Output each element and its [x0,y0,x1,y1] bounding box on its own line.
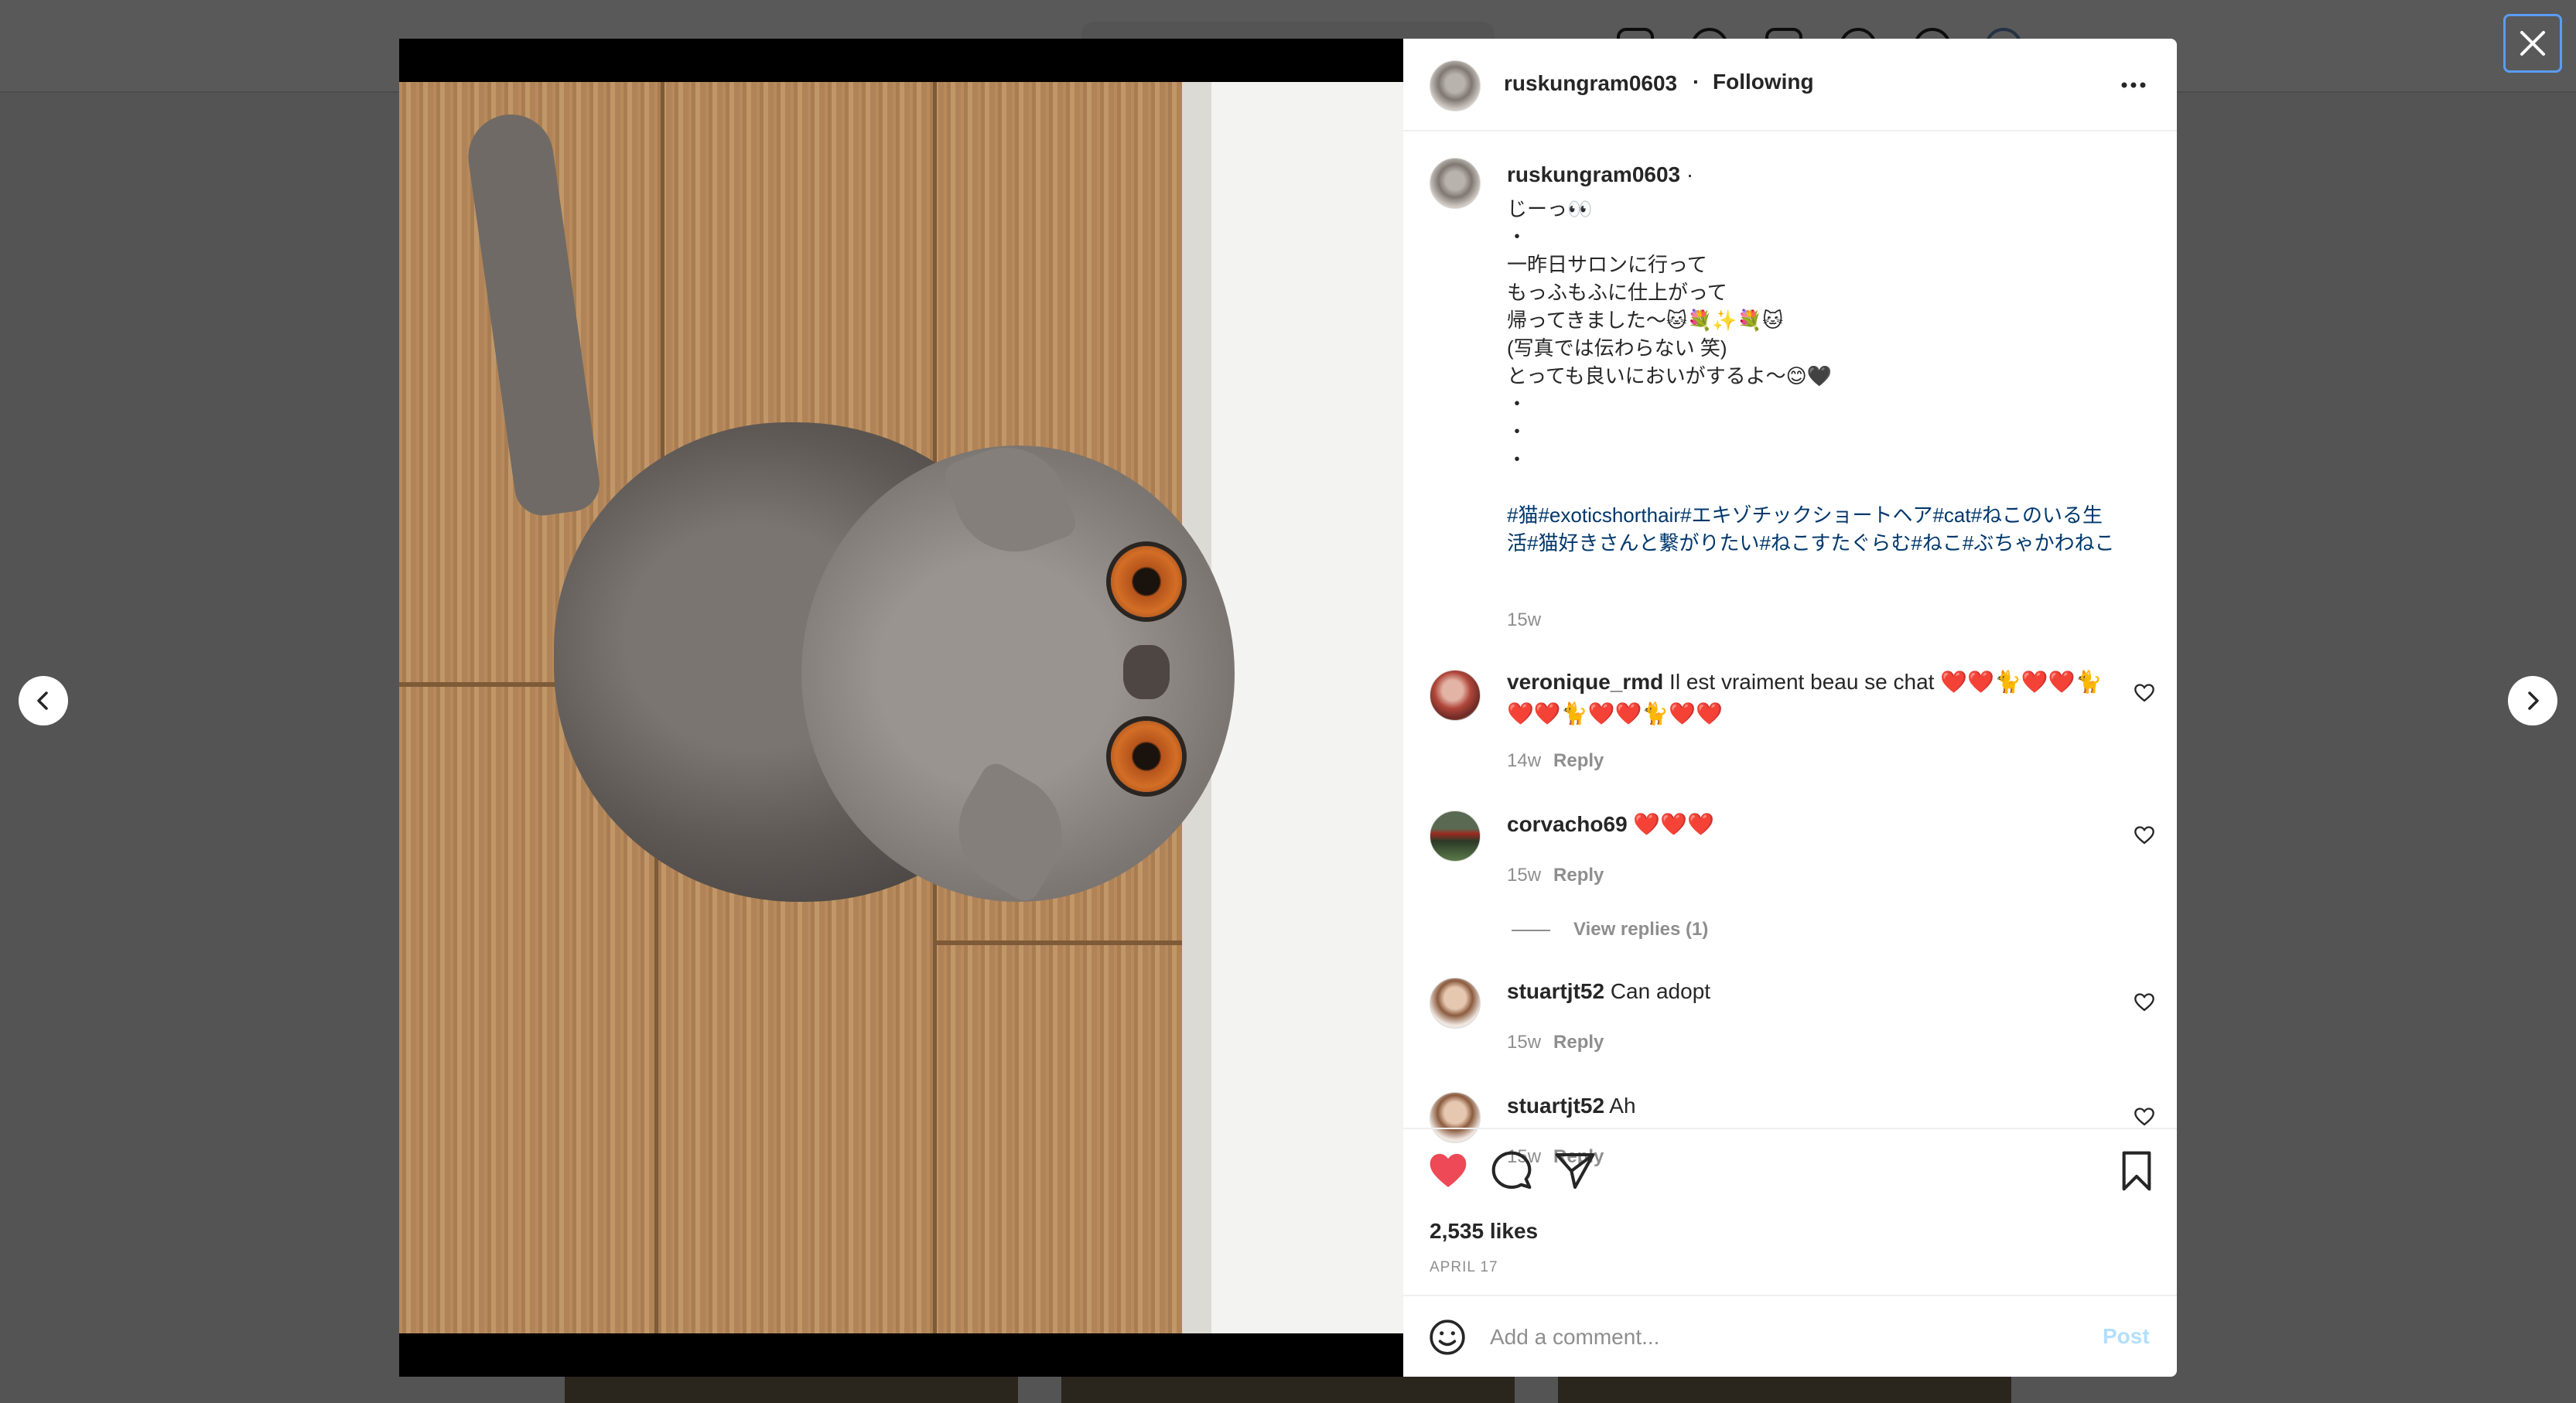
comment-text: Can adopt [1604,979,1711,1003]
post-side-panel: ruskungram0603 · Following ruskungram060… [1403,39,2177,1377]
emoji-icon[interactable] [1428,1318,1467,1357]
likes-count[interactable]: 2,535 likes [1430,1219,1538,1244]
previous-post-button[interactable] [19,676,68,725]
post-date[interactable]: APRIL 17 [1430,1259,1498,1276]
comment-icon[interactable] [1490,1149,1533,1193]
comment-username[interactable]: stuartjt52 [1507,1094,1604,1118]
send-icon[interactable] [1553,1149,1597,1193]
cat-tail [463,108,603,520]
heart-outline-icon[interactable] [2134,824,2155,846]
close-button[interactable] [2503,14,2562,73]
reply-button[interactable]: Reply [1553,1032,1604,1053]
cat-eye [1111,721,1182,792]
comment-time: 15w [1507,1032,1542,1053]
comment-meta: 15w Reply [1507,1032,1604,1053]
comment-time: 15w [1507,865,1542,886]
post-comment-button[interactable]: Post [2103,1324,2150,1349]
post-photo [399,82,1403,1333]
comment-meta: 14w Reply [1507,750,1604,772]
cat-eye [1111,546,1182,617]
comment-input[interactable] [1490,1319,2047,1355]
caption-header: ruskungram0603 · [1507,162,1693,187]
separator-dot: · [1693,70,1700,94]
chevron-right-icon [2528,691,2539,710]
comment-username[interactable]: corvacho69 [1507,812,1628,836]
comment: veronique_rmd Il est vraiment beau se ch… [1507,668,2110,732]
comment-time: 14w [1507,750,1542,771]
comment-username[interactable]: veronique_rmd [1507,670,1663,694]
comment: stuartjt52 Ah [1507,1092,2110,1124]
avatar[interactable] [1430,670,1481,721]
avatar[interactable] [1430,811,1481,862]
caption-text: じーっ👀 ・ 一昨日サロンに行って もっふもふに仕上がって 帰ってきました〜🐱💐… [1507,197,1833,471]
more-options-button[interactable] [2115,71,2152,99]
more-icon [2121,82,2146,88]
avatar[interactable] [1430,60,1481,111]
post-media[interactable] [399,39,1403,1377]
floor-seam [933,940,1182,945]
view-replies-button[interactable]: View replies (1) [1512,919,1708,940]
view-replies-label: View replies (1) [1573,919,1709,940]
comment-meta: 15w Reply [1507,865,1604,886]
close-icon [2520,31,2545,56]
heart-outline-icon[interactable] [2134,682,2155,704]
reply-button[interactable]: Reply [1553,750,1604,771]
chevron-left-icon [37,691,48,710]
reply-button[interactable]: Reply [1553,865,1604,886]
comment-text: Ah [1604,1094,1636,1118]
heart-filled-icon[interactable] [1426,1149,1470,1193]
comment: corvacho69 ❤️❤️❤️ [1507,811,2110,842]
comment-username[interactable]: stuartjt52 [1507,979,1604,1003]
comment: stuartjt52 Can adopt [1507,978,2110,1009]
cat-nose [1123,645,1170,699]
bookmark-icon[interactable] [2115,1149,2158,1193]
caption-dot: · [1680,162,1694,186]
comments-list[interactable]: ruskungram0603 · じーっ👀 ・ 一昨日サロンに行って もっふもふ… [1403,133,2177,1166]
post-header: ruskungram0603 · Following [1403,39,2177,131]
caption-time: 15w [1507,609,1542,630]
view-replies-line [1512,929,1550,931]
heart-outline-icon[interactable] [2134,992,2155,1013]
heart-outline-icon[interactable] [2134,1106,2155,1128]
caption-hashtags[interactable]: #猫#exoticshorthair#エキゾチックショートヘア#cat#ねこのい… [1507,501,2118,557]
caption-username[interactable]: ruskungram0603 [1507,162,1680,186]
add-comment-bar: Post [1403,1295,2177,1377]
avatar[interactable] [1430,978,1481,1029]
avatar[interactable] [1430,158,1481,209]
post-username[interactable]: ruskungram0603 [1504,71,1677,96]
comment-text: ❤️❤️❤️ [1627,812,1715,836]
next-post-button[interactable] [2508,676,2557,725]
following-button[interactable]: Following [1713,70,1814,94]
